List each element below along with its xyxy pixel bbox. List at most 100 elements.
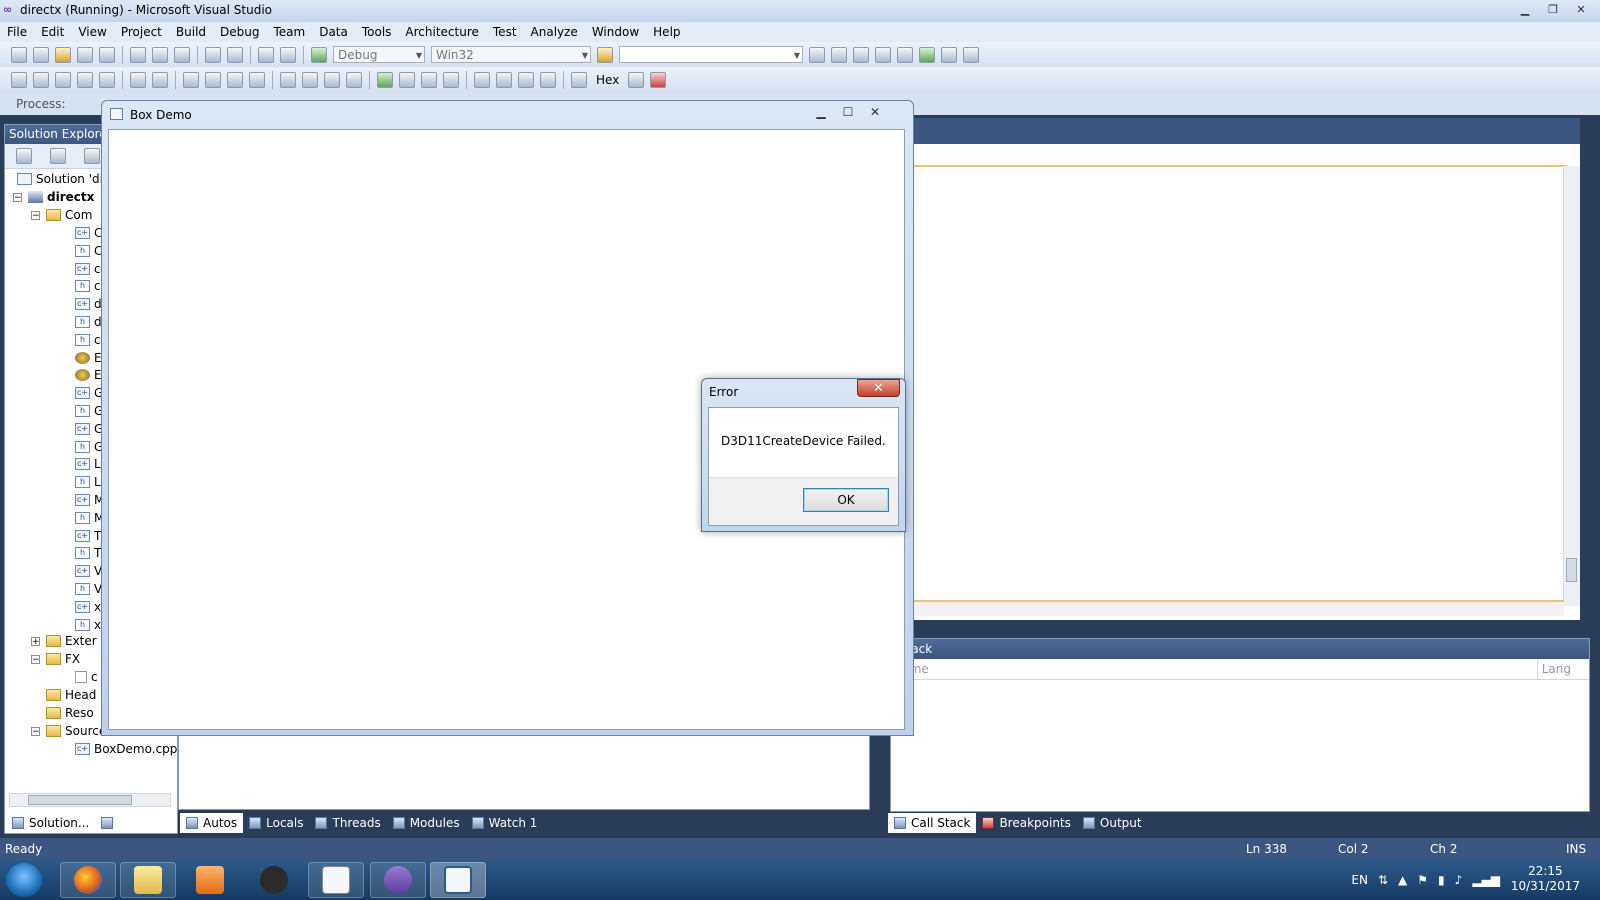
solution-explorer-icon[interactable] [809,46,825,63]
navigate-backward-icon[interactable] [258,46,274,63]
bookmark-icon[interactable] [183,71,199,88]
open-file-icon[interactable] [55,46,71,63]
continue-icon[interactable] [377,71,393,88]
bookmark-clear-icon[interactable] [249,71,265,88]
close-button[interactable]: ✕ [862,103,888,120]
tree-file[interactable]: c+ T [75,529,101,543]
find-combo[interactable]: ▼ [619,46,803,63]
flag-icon[interactable]: ⚑ [1417,873,1428,887]
add-item-icon[interactable] [33,46,49,63]
tree-file[interactable]: hd [75,315,102,329]
tree-file[interactable]: E [75,351,102,365]
step-out-icon[interactable] [540,71,556,88]
maximize-button[interactable]: ☐ [835,103,861,120]
step-over-icon[interactable] [518,71,534,88]
tree-folder-fx[interactable]: − FX [31,652,80,666]
show-next-statement-icon[interactable] [474,71,490,88]
tools-icon[interactable] [897,46,913,63]
solution-config-combo[interactable]: Debug ▼ [333,46,425,63]
tree-file[interactable]: c+ M [75,493,104,507]
breakpoints-icon[interactable] [650,71,667,88]
comment-out-icon[interactable] [280,71,296,88]
horizontal-scrollbar[interactable] [900,600,1564,616]
uncomment-icon[interactable] [302,71,318,88]
language-indicator[interactable]: EN [1351,873,1368,887]
paste-icon[interactable] [174,46,190,63]
menu-debug[interactable]: Debug [213,25,266,39]
power-icon[interactable]: ▮ [1438,873,1445,887]
tree-folder-resources[interactable]: Reso [46,706,94,720]
taskbar-firefox[interactable] [60,862,116,898]
vertical-scrollbar[interactable] [1563,166,1580,606]
clock[interactable]: 22:15 10/31/2017 [1511,864,1580,894]
indent-icon[interactable] [130,71,146,88]
view-code-icon[interactable] [84,148,100,164]
tree-file[interactable]: c+ d [75,297,102,311]
toolbox-icon[interactable] [875,46,891,63]
bookmark-next-icon[interactable] [227,71,243,88]
menu-build[interactable]: Build [169,25,213,39]
tree-folder-external[interactable]: + Exter [31,634,97,648]
tab-breakpoints[interactable]: Breakpoints [976,813,1076,833]
collapse-icon[interactable]: − [31,726,40,736]
minimize-button[interactable]: ▁ [808,103,834,120]
start-debugging-icon[interactable] [311,46,327,63]
tree-solution[interactable]: Solution 'di [17,172,103,186]
save-all-icon[interactable] [99,46,115,63]
tree-file-boxdemo[interactable]: c+ BoxDemo.cpp [75,742,177,756]
restore-button[interactable]: ❐ [1540,1,1566,18]
volume-icon[interactable]: ♪ [1455,873,1463,887]
font-icon[interactable] [77,71,93,88]
tab-autos[interactable]: Autos [180,813,244,833]
expand-icon[interactable]: + [31,636,40,646]
threads-icon[interactable] [628,71,645,88]
tab-call-stack[interactable]: Call Stack [888,813,977,833]
error-close-button[interactable]: ✕ [857,379,900,397]
tree-file[interactable]: E [75,368,102,382]
tree-file[interactable]: c [75,670,98,684]
tree-folder-headers[interactable]: Head [46,688,96,702]
editor-navigation-bar[interactable] [900,145,1568,167]
taskbar-app[interactable] [308,862,364,898]
menu-data[interactable]: Data [312,25,355,39]
properties-icon[interactable] [831,46,847,63]
refresh-icon[interactable] [50,148,66,164]
show-hidden-icons[interactable]: ▲ [1398,873,1407,887]
tree-file[interactable]: c+ G [75,386,103,400]
close-button[interactable]: ✕ [1568,1,1594,18]
collapse-icon[interactable]: − [13,192,22,202]
outdent-icon[interactable] [152,71,168,88]
tab-solution-explorer[interactable]: Solution... [6,813,96,833]
new-project-icon[interactable] [11,46,27,63]
comment-icon[interactable] [99,71,115,88]
column-language[interactable]: Lang [1536,659,1571,679]
minimize-button[interactable]: ▁ [1512,1,1538,18]
layout-icon[interactable] [11,71,27,88]
tree-file[interactable]: c+ V [75,564,102,578]
taskbar-explorer[interactable] [120,862,176,898]
taskbar-visual-studio[interactable] [370,862,426,898]
tree-folder-common[interactable]: − Com [31,208,92,222]
hex-toggle[interactable]: Hex [596,73,619,87]
navigate-forward-icon[interactable] [280,46,296,63]
tree-file[interactable]: c+ L [75,457,101,471]
quickwatch-icon[interactable] [571,71,587,88]
menu-architecture[interactable]: Architecture [398,25,485,39]
bookmark-folder-icon[interactable] [346,71,362,88]
signal-icon[interactable]: ▂▄▆ [1472,873,1500,887]
start-page-icon[interactable] [919,46,935,63]
redo-icon[interactable] [227,46,243,63]
tab-modules[interactable]: Modules [387,813,466,833]
save-icon[interactable] [77,46,93,63]
bookmark-prev-icon[interactable] [205,71,221,88]
tree-file[interactable]: hx [75,618,101,632]
restart-icon[interactable] [443,71,459,88]
bookmark-toggle-icon[interactable] [324,71,340,88]
step-into-icon[interactable] [496,71,512,88]
tab-locals[interactable]: Locals [243,813,309,833]
tree-file[interactable]: hL [75,475,101,489]
find-in-files-icon[interactable] [597,46,613,63]
taskbar-media-player[interactable] [182,862,238,898]
menu-edit[interactable]: Edit [34,25,71,39]
tree-file[interactable]: c+ c [75,262,101,276]
